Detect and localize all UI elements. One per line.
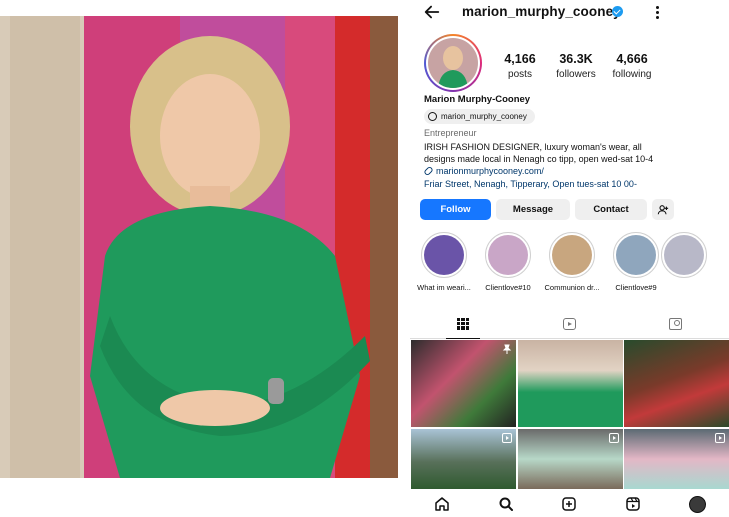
highlight-label: Clientlove#10 [485,283,531,292]
stat-followers[interactable]: 36.3K followers [548,52,604,80]
threads-handle: marion_murphy_cooney [441,112,527,121]
profile-link-text: marionmurphycooney.com/ [436,166,544,176]
profile-username: marion_murphy_cooney [462,4,621,19]
pin-icon [502,344,512,354]
stat-following[interactable]: 4,666 following [604,52,660,80]
post-thumbnail[interactable] [517,428,623,489]
post-thumbnail[interactable] [411,340,516,427]
stat-label: following [612,69,652,80]
highlight-label: Clientlove#9 [615,283,657,292]
kebab-menu-icon[interactable] [651,2,663,22]
tab-posts[interactable] [410,309,516,339]
profile-category: Entrepreneur [424,128,477,138]
stat-value: 36.3K [559,52,593,66]
avatar[interactable] [424,34,482,92]
highlight-item[interactable]: Clientlove#9 [608,232,664,296]
verified-badge-icon [612,6,623,17]
search-icon[interactable] [495,493,517,515]
profile-bio: IRISH FASHION DESIGNER, luxury woman's w… [424,142,654,164]
instagram-profile-panel: marion_murphy_cooney 4,166 posts 36.3K f… [410,0,729,517]
home-icon[interactable] [431,493,453,515]
threads-badge[interactable]: marion_murphy_cooney [424,109,535,124]
profile-link[interactable]: marionmurphycooney.com/ [423,165,544,177]
reels-icon [562,317,576,330]
profile-stats: 4,166 posts 36.3K followers 4,666 follow… [492,52,660,80]
highlight-item[interactable]: Clientlove#10 [480,232,536,296]
stat-value: 4,666 [616,52,648,66]
tab-tagged[interactable] [623,309,729,338]
highlight-label: What im weari... [417,283,471,292]
reels-icon[interactable] [622,493,644,515]
follow-button[interactable]: Follow [420,199,491,220]
plus-square-icon[interactable] [558,493,580,515]
stat-value: 4,166 [504,52,536,66]
post-thumbnail[interactable] [411,428,516,489]
highlight-label: Communion dr... [544,283,600,292]
highlight-item[interactable]: Communion dr... [544,232,600,296]
profile-photo [0,16,398,478]
stat-label: posts [508,69,532,80]
arrow-left-icon[interactable] [422,2,442,22]
bottom-navigation [410,491,729,517]
threads-icon [428,112,437,121]
profile-avatar-icon[interactable] [686,493,708,515]
post-thumbnail[interactable] [517,340,623,427]
top-bar: marion_murphy_cooney [410,0,729,24]
profile-tabs [410,309,729,339]
reel-indicator-icon [608,432,619,443]
profile-actions: Follow Message Contact [420,199,680,220]
stat-label: followers [556,69,596,80]
highlight-item[interactable] [661,232,707,296]
reel-indicator-icon [502,432,512,443]
posts-grid [411,340,729,489]
screenshot-collage: marion_murphy_cooney 4,166 posts 36.3K f… [0,0,729,517]
profile-address[interactable]: Friar Street, Nenagh, Tipperary, Open tu… [424,179,637,189]
story-highlights: What im weari... Clientlove#10 Communion… [416,232,729,296]
reel-indicator-icon [715,432,725,443]
post-thumbnail[interactable] [624,340,729,427]
message-button[interactable]: Message [496,199,570,220]
add-user-icon[interactable] [652,199,674,220]
stat-posts[interactable]: 4,166 posts [492,52,548,80]
display-name: Marion Murphy-Cooney [424,94,531,105]
post-thumbnail[interactable] [624,428,729,489]
contact-button[interactable]: Contact [575,199,647,220]
tab-reels[interactable] [516,309,622,338]
highlight-item[interactable]: What im weari... [416,232,472,296]
tagged-icon [669,317,683,330]
grid-icon [457,317,470,330]
link-icon [423,165,434,177]
